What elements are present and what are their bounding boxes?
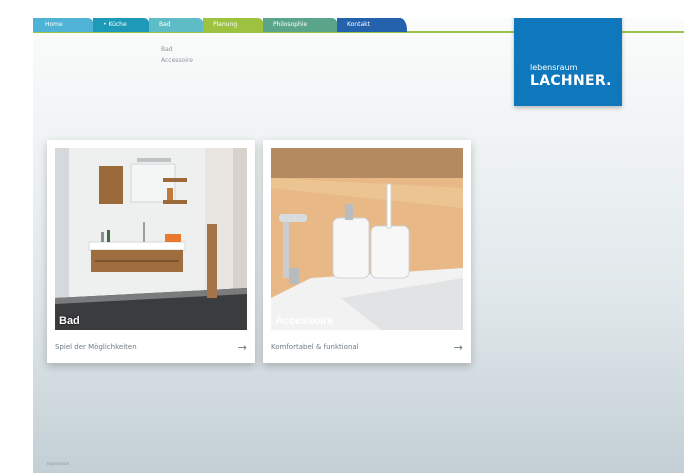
logo-line-1: lebensraum <box>530 63 578 72</box>
accessoire-illustration: Accessoire <box>271 148 463 330</box>
caption-text: Spiel der Möglichkeiten <box>55 343 137 351</box>
bathroom-illustration: Bad <box>55 148 247 330</box>
tab-kontakt[interactable]: Kontakt <box>337 18 407 32</box>
tab-kueche[interactable]: • Küche <box>93 18 151 32</box>
arrow-right-icon[interactable]: → <box>238 342 247 353</box>
card-caption-accessoire[interactable]: Komfortabel & funktional → <box>271 342 463 353</box>
card-tag-bad: Bad <box>59 315 80 327</box>
bathroom-photo: Bad <box>55 148 247 330</box>
card-tag-accessoire: Accessoire <box>275 315 334 327</box>
main-nav: Home • Küche Bad Planung Philosophie Kon… <box>33 18 407 32</box>
caption-text: Komfortabel & funktional <box>271 343 359 351</box>
sub-navigation: Bad Accessoire <box>161 44 193 66</box>
accessoire-photo: Accessoire <box>271 148 463 330</box>
card-bad[interactable]: Bad Spiel der Möglichkeiten → <box>47 140 255 363</box>
logo-line-2: LACHNER. <box>530 73 612 89</box>
tab-home[interactable]: Home <box>33 18 95 32</box>
brand-logo[interactable]: lebensraum LACHNER. <box>514 18 622 106</box>
footer-impressum-link[interactable]: Impressum <box>47 461 69 466</box>
card-accessoire[interactable]: Accessoire Komfortabel & funktional → <box>263 140 471 363</box>
tab-bad[interactable]: Bad <box>149 18 205 32</box>
card-caption-bad[interactable]: Spiel der Möglichkeiten → <box>55 342 247 353</box>
tab-philosophie[interactable]: Philosophie <box>263 18 339 32</box>
tab-planung[interactable]: Planung <box>203 18 265 32</box>
page: Home • Küche Bad Planung Philosophie Kon… <box>33 18 684 473</box>
subnav-item-accessoire[interactable]: Accessoire <box>161 55 193 66</box>
arrow-right-icon[interactable]: → <box>454 342 463 353</box>
subnav-item-bad[interactable]: Bad <box>161 44 193 55</box>
